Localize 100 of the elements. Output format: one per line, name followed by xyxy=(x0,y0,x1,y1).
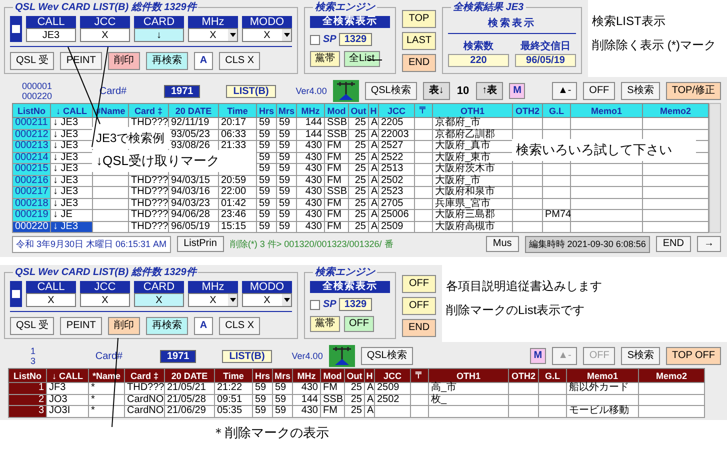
filter-field[interactable]: X xyxy=(80,28,130,42)
sp-checkbox[interactable] xyxy=(310,34,320,44)
toolbar-button[interactable]: TOP/修正 xyxy=(666,82,721,100)
print-button[interactable]: ListPrin xyxy=(176,236,224,252)
filter-field[interactable]: JE3 xyxy=(26,28,76,42)
column-header[interactable]: ListNo xyxy=(12,104,50,118)
column-header[interactable]: *Name xyxy=(88,368,124,382)
column-header[interactable]: ↓ CALL xyxy=(46,368,88,382)
column-header[interactable]: G.L xyxy=(542,104,570,118)
toolbar-button[interactable]: M xyxy=(509,83,526,99)
column-header[interactable]: H xyxy=(364,368,374,382)
column-header[interactable]: Time xyxy=(214,368,252,382)
form-button[interactable]: 再検索 xyxy=(146,317,188,335)
column-header[interactable]: 20 DATE xyxy=(164,368,214,382)
form-button[interactable]: 再検索 xyxy=(146,52,188,70)
column-header[interactable]: Card ‡ xyxy=(124,368,164,382)
column-header[interactable]: Memo2 xyxy=(638,368,704,382)
toolbar-button[interactable]: M xyxy=(530,348,546,364)
filter-field[interactable]: X xyxy=(26,293,76,307)
column-header[interactable]: JCC xyxy=(378,104,414,118)
filter-field[interactable]: X xyxy=(80,293,130,307)
form-button[interactable]: 削印 xyxy=(108,317,140,335)
form-button[interactable]: QSL 受 xyxy=(10,317,54,335)
toolbar-button[interactable]: QSL検索 xyxy=(364,82,417,100)
side-button[interactable]: OFF xyxy=(402,296,436,314)
sp-checkbox[interactable] xyxy=(310,300,320,310)
table-cell: 高_市 xyxy=(428,382,508,394)
column-header[interactable]: 〒 xyxy=(410,368,428,382)
form-button[interactable]: PEINT xyxy=(60,317,102,335)
column-header[interactable]: Card ‡ xyxy=(128,104,168,118)
date-display: 令和 3年9月30日 木曜日 06:15:31 AM xyxy=(12,236,171,252)
engine-button[interactable]: OFF xyxy=(344,316,374,332)
column-header[interactable]: 20 DATE xyxy=(168,104,218,118)
deleted-info: 削除(*) 3 件> 001320/001323/001326/ 番 xyxy=(230,238,394,250)
form-button[interactable]: CLS X xyxy=(219,317,260,335)
table-cell: 430 xyxy=(296,164,324,175)
form-button[interactable]: 削印 xyxy=(108,52,140,70)
column-header[interactable]: Memo1 xyxy=(566,368,638,382)
engine-button[interactable]: 黨帯 xyxy=(310,316,340,332)
column-header[interactable]: Memo2 xyxy=(642,104,708,118)
result-value: 96/05/19 xyxy=(515,54,576,67)
count-spinner[interactable]: 1329 xyxy=(339,298,372,311)
filter-field[interactable]: X xyxy=(188,28,238,42)
form-button[interactable]: A xyxy=(194,52,214,70)
column-header[interactable]: Time xyxy=(218,104,256,118)
toolbar-button[interactable]: TOP OFF xyxy=(666,347,721,365)
toolbar-button[interactable]: 10 xyxy=(456,83,470,99)
checkbox[interactable] xyxy=(10,281,22,307)
column-header[interactable]: 〒 xyxy=(414,104,432,118)
table-cell: A xyxy=(368,198,378,210)
column-header[interactable]: OTH2 xyxy=(508,368,538,382)
filter-field[interactable]: ↓ xyxy=(134,28,184,42)
column-header[interactable]: Out xyxy=(344,368,364,382)
toolbar-button[interactable]: 表↓ xyxy=(422,82,450,100)
toolbar-button[interactable]: ▲- xyxy=(552,82,578,100)
column-header[interactable]: OTH1 xyxy=(432,104,512,118)
column-header[interactable]: MHz xyxy=(292,368,320,382)
mus-button[interactable]: Mus xyxy=(486,236,519,252)
toolbar-button[interactable]: ↑表 xyxy=(476,82,504,100)
form-button[interactable]: A xyxy=(194,317,214,335)
form-button[interactable]: QSL 受 xyxy=(10,52,54,70)
column-header[interactable]: ↓ CALL xyxy=(50,104,92,118)
end-button[interactable]: END xyxy=(656,236,691,252)
count-spinner[interactable]: 1329 xyxy=(339,33,372,46)
column-header[interactable]: G.L xyxy=(538,368,566,382)
toolbar-button[interactable]: S検索 xyxy=(621,347,660,365)
card-number-spinner[interactable]: 1971 xyxy=(164,84,200,98)
side-button[interactable]: LAST xyxy=(402,32,436,50)
column-header[interactable]: Mrs xyxy=(272,368,292,382)
column-header[interactable]: JCC xyxy=(374,368,410,382)
toolbar-button[interactable]: QSL検索 xyxy=(360,347,413,365)
filter-field[interactable]: X xyxy=(242,28,292,42)
column-header[interactable]: Hrs xyxy=(252,368,272,382)
checkbox[interactable] xyxy=(10,16,22,42)
filter-field[interactable]: X xyxy=(188,293,238,307)
form-button[interactable]: CLS X xyxy=(219,52,260,70)
side-button[interactable]: OFF xyxy=(402,274,436,292)
engine-button[interactable]: 黨帯 xyxy=(310,51,340,67)
column-header[interactable]: Hrs xyxy=(256,104,276,118)
column-header[interactable]: Out xyxy=(348,104,368,118)
column-header[interactable]: OTH2 xyxy=(512,104,542,118)
card-number-spinner[interactable]: 1971 xyxy=(160,350,196,362)
side-button[interactable]: END xyxy=(402,54,436,72)
toolbar-button[interactable]: S検索 xyxy=(621,82,660,100)
toolbar-button[interactable]: OFF xyxy=(583,82,616,100)
column-header[interactable]: ListNo xyxy=(8,368,46,382)
next-button[interactable]: → xyxy=(697,236,721,252)
column-header[interactable]: OTH1 xyxy=(428,368,508,382)
scrollbar[interactable] xyxy=(709,103,721,233)
column-header[interactable]: Mod xyxy=(324,104,348,118)
column-header[interactable]: Mod xyxy=(320,368,344,382)
column-header[interactable]: H xyxy=(368,104,378,118)
result-label: 最終交信日 xyxy=(520,39,572,53)
filter-field[interactable]: X xyxy=(242,293,292,307)
column-header[interactable]: Mrs xyxy=(276,104,296,118)
side-button[interactable]: TOP xyxy=(402,10,436,28)
column-header[interactable]: Memo1 xyxy=(570,104,642,118)
side-button[interactable]: END xyxy=(402,318,436,336)
column-header[interactable]: MHz xyxy=(296,104,324,118)
filter-field[interactable]: X xyxy=(134,293,184,307)
